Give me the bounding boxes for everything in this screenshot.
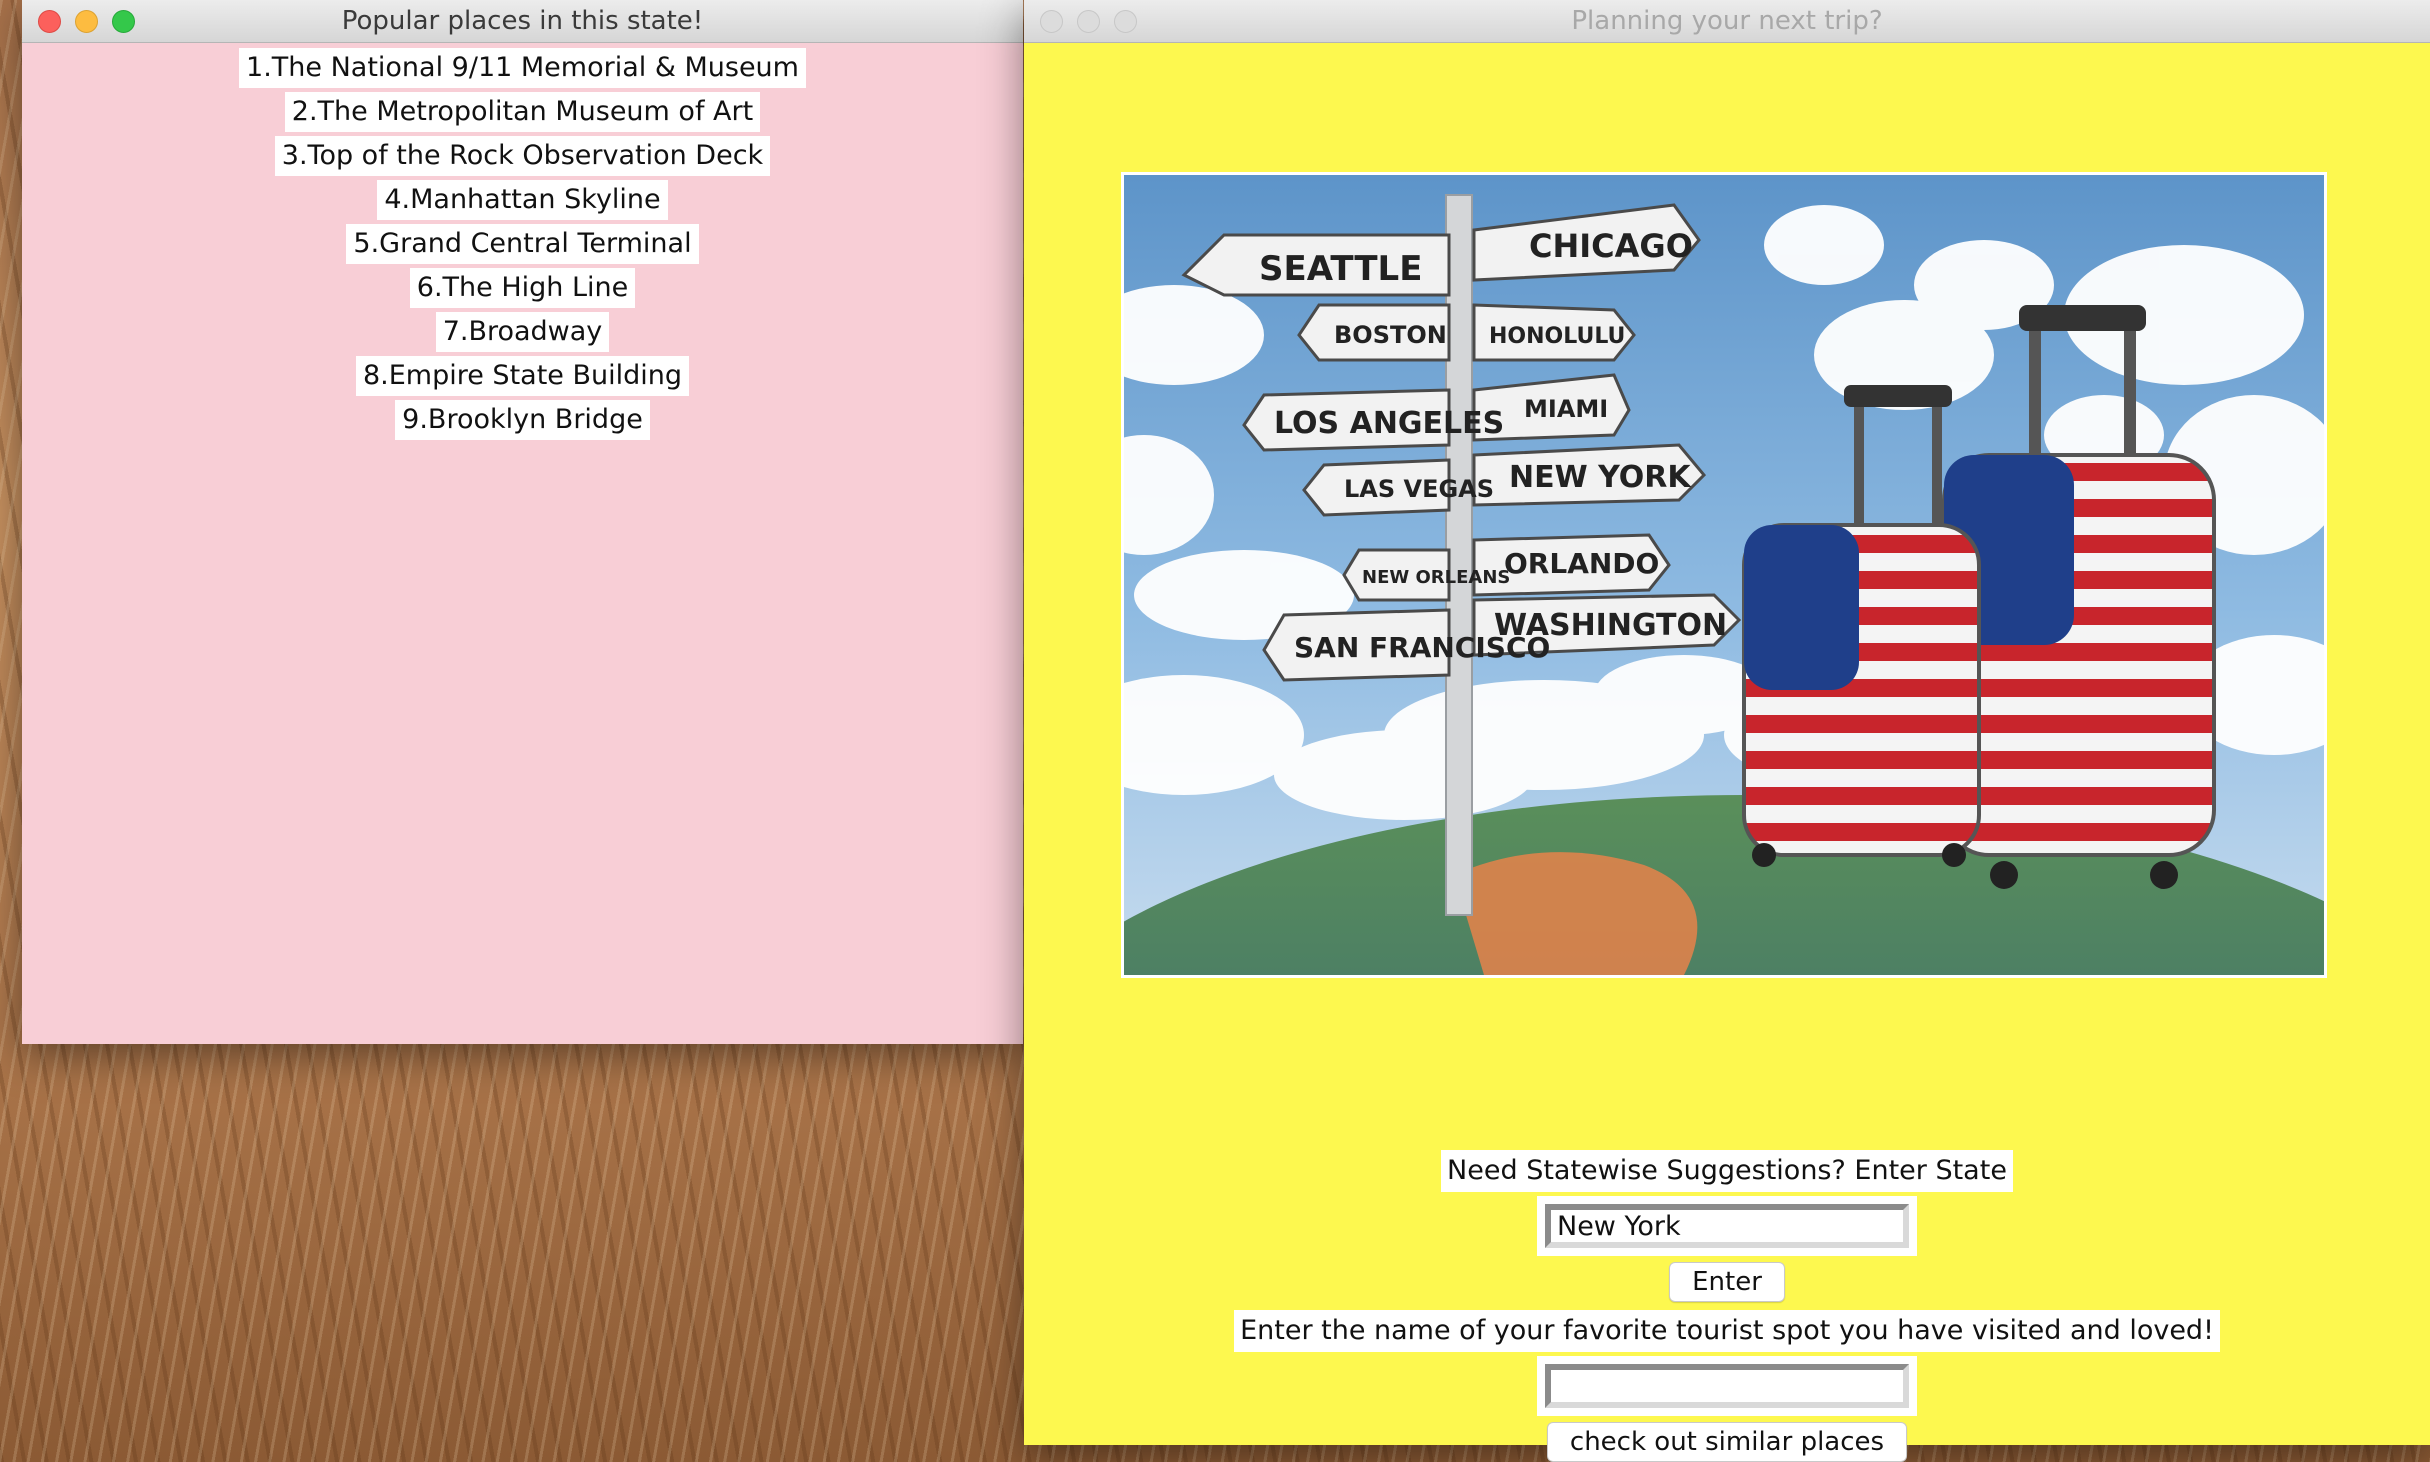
favorite-input-wrap [1537, 1356, 1917, 1416]
sign-boston: BOSTON [1334, 321, 1447, 349]
popular-places-content: 1.The National 9/11 Memorial & Museum 2.… [22, 43, 1023, 1044]
zoom-window-icon[interactable] [112, 10, 135, 33]
state-input-wrap [1537, 1196, 1917, 1256]
window-title: Planning your next trip? [1571, 6, 1883, 36]
sign-orlando: ORLANDO [1504, 547, 1659, 580]
favorite-spot-input[interactable] [1545, 1364, 1909, 1408]
sign-chicago: CHICAGO [1529, 227, 1693, 265]
minimize-window-icon[interactable] [1077, 10, 1100, 33]
enter-button[interactable]: Enter [1669, 1262, 1785, 1302]
popular-places-window: Popular places in this state! 1.The Nati… [22, 0, 1023, 1044]
sign-honolulu: HONOLULU [1489, 324, 1625, 349]
trip-planner-window: Planning your next trip? SEATTLE CHICAGO… [1024, 0, 2430, 1462]
sign-miami: MIAMI [1524, 395, 1608, 423]
place-item-2: 2.The Metropolitan Museum of Art [284, 92, 761, 132]
place-item-3: 3.Top of the Rock Observation Deck [274, 136, 771, 176]
favorite-spot-prompt-label: Enter the name of your favorite tourist … [1234, 1310, 2220, 1352]
place-item-8: 8.Empire State Building [355, 356, 690, 396]
close-window-icon[interactable] [1040, 10, 1063, 33]
place-item-1: 1.The National 9/11 Memorial & Museum [239, 48, 806, 88]
suggestion-form: Need Statewise Suggestions? Enter State … [1024, 1150, 2430, 1462]
state-input[interactable] [1545, 1204, 1909, 1248]
check-similar-places-button[interactable]: check out similar places [1546, 1422, 1908, 1462]
trip-planner-content: SEATTLE CHICAGO BOSTON HONOLULU LOS ANGE… [1024, 43, 2430, 1462]
titlebar-popular-places[interactable]: Popular places in this state! [22, 0, 1023, 43]
titlebar-trip-planner[interactable]: Planning your next trip? [1024, 0, 2430, 43]
state-prompt-label: Need Statewise Suggestions? Enter State [1441, 1150, 2013, 1192]
sign-seattle: SEATTLE [1259, 249, 1422, 289]
window-title: Popular places in this state! [341, 6, 704, 36]
minimize-window-icon[interactable] [75, 10, 98, 33]
place-item-4: 4.Manhattan Skyline [377, 180, 668, 220]
sign-las-vegas: LAS VEGAS [1344, 475, 1494, 503]
place-item-9: 9.Brooklyn Bridge [395, 400, 650, 440]
place-list: 1.The National 9/11 Memorial & Museum 2.… [22, 48, 1023, 444]
sign-washington: WASHINGTON [1494, 608, 1727, 643]
place-item-7: 7.Broadway [435, 312, 610, 352]
sign-los-angeles: LOS ANGELES [1274, 406, 1504, 441]
zoom-window-icon[interactable] [1114, 10, 1137, 33]
place-item-5: 5.Grand Central Terminal [346, 224, 699, 264]
close-window-icon[interactable] [38, 10, 61, 33]
travel-signpost-image: SEATTLE CHICAGO BOSTON HONOLULU LOS ANGE… [1121, 172, 2327, 978]
sign-new-york: NEW YORK [1509, 460, 1692, 495]
place-item-6: 6.The High Line [409, 268, 636, 308]
sign-new-orleans: NEW ORLEANS [1362, 567, 1510, 588]
